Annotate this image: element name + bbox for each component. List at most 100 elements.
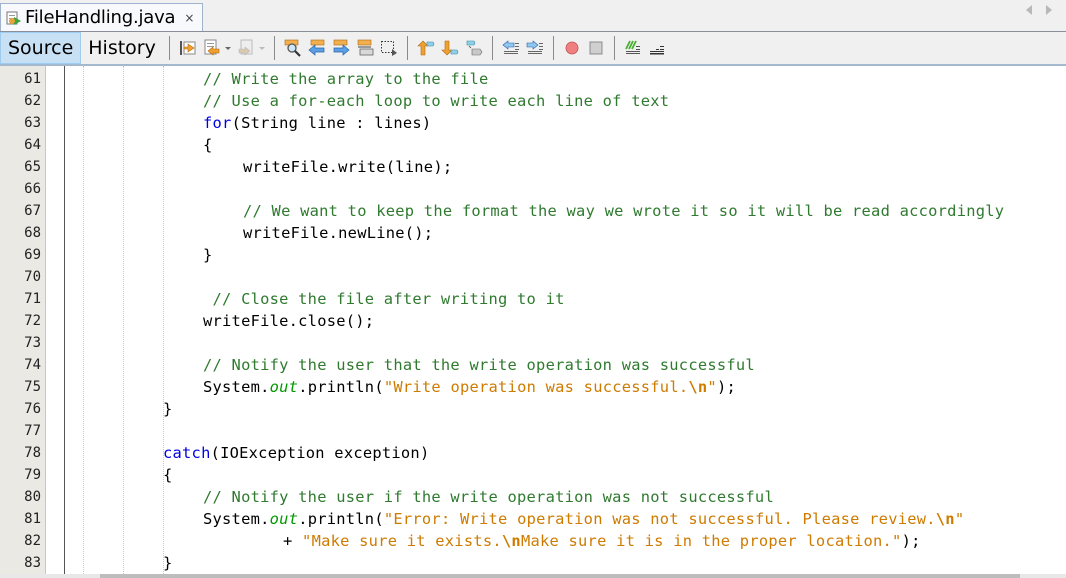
shift-right-icon[interactable]	[526, 39, 544, 57]
code-line: 77	[0, 420, 1066, 442]
code-token: {	[203, 136, 213, 154]
code-editor[interactable]: 61 // Write the array to the file 62 // Use…	[0, 66, 1066, 574]
code-token: .println(	[298, 510, 384, 528]
code-line: 72 writeFile.close();	[0, 310, 1066, 332]
string-token: "	[954, 510, 965, 528]
comment-token: // Close the file after writing to it	[203, 290, 565, 308]
string-token: "Make sure it exists.	[302, 532, 502, 550]
close-tab-icon[interactable]: ×	[184, 11, 194, 25]
line-number: 71	[24, 291, 41, 307]
line-number: 69	[24, 247, 41, 263]
code-text: // Notify the user if the write operatio…	[203, 486, 774, 508]
horizontal-scrollbar-thumb[interactable]	[100, 574, 1020, 578]
string-token: Make sure it is in the proper location."	[520, 532, 902, 550]
code-line: 65 writeFile.write(line);	[0, 156, 1066, 178]
code-text: {	[163, 464, 173, 486]
code-token: }	[163, 554, 173, 572]
code-text: writeFile.newLine();	[243, 222, 433, 244]
file-tab[interactable]: FileHandling.java ×	[0, 3, 203, 31]
toggle-rect-selection-icon[interactable]	[380, 39, 398, 57]
code-line: 82 + "Make sure it exists.\nMake sure it …	[0, 530, 1066, 552]
string-token: "Write operation was successful.	[383, 378, 689, 396]
string-token: "Error: Write operation was not successf…	[383, 510, 936, 528]
java-file-icon	[6, 10, 22, 26]
last-edit-icon[interactable]	[179, 39, 197, 57]
find-previous-icon[interactable]	[308, 39, 326, 57]
history-view-button[interactable]: History	[81, 32, 163, 64]
start-macro-icon[interactable]	[563, 39, 581, 57]
toolbar-separator	[406, 36, 408, 60]
scroll-tabs-right-icon[interactable]	[1046, 5, 1052, 15]
line-number: 67	[24, 203, 41, 219]
escape-token: \n	[688, 378, 708, 396]
toolbar-separator	[168, 36, 170, 60]
line-number: 70	[24, 269, 41, 285]
source-view-button[interactable]: Source	[0, 32, 82, 64]
code-line: 63 for(String line : lines)	[0, 112, 1066, 134]
code-token: }	[203, 246, 213, 264]
code-text: }	[203, 244, 213, 266]
code-line: 69}	[0, 244, 1066, 266]
code-line: 76}	[0, 398, 1066, 420]
line-number: 81	[24, 511, 41, 527]
line-number: 66	[24, 181, 41, 197]
editor-tab-bar: FileHandling.java ×	[0, 0, 1066, 32]
code-token: (IOException exception)	[210, 444, 430, 462]
code-text: System.out.println("Error: Write operati…	[203, 508, 964, 530]
code-text: // Write the array to the file	[203, 68, 488, 90]
code-line: 62 // Use a for-each loop to write each l…	[0, 90, 1066, 112]
code-line: 78 catch(IOException exception)	[0, 442, 1066, 464]
find-selection-icon[interactable]	[284, 39, 302, 57]
code-line: 70	[0, 266, 1066, 288]
comment-token: // Write the array to the file	[203, 70, 489, 88]
code-token: (String line : lines)	[231, 114, 432, 132]
comment-token: // Use a for-each loop to write each lin…	[203, 92, 670, 110]
line-number: 68	[24, 225, 41, 241]
code-line: 68 writeFile.newLine();	[0, 222, 1066, 244]
scroll-tabs-left-icon[interactable]	[1026, 5, 1032, 15]
comment-token: // We want to keep the format the way we…	[243, 202, 1005, 220]
back-icon[interactable]	[203, 39, 221, 57]
line-number: 76	[24, 401, 41, 417]
string-token: "	[707, 378, 717, 396]
line-number: 78	[24, 445, 41, 461]
code-line: 75 System.out.println("Write operation wa…	[0, 376, 1066, 398]
code-text: + "Make sure it exists.\nMake sure it is…	[283, 530, 921, 552]
line-number: 72	[24, 313, 41, 329]
toggle-bookmark-icon[interactable]	[465, 39, 483, 57]
code-text: // Notify the user that the write operat…	[203, 354, 755, 376]
code-token: .println(	[298, 378, 384, 396]
line-number: 80	[24, 489, 41, 505]
code-text: catch(IOException exception)	[163, 442, 429, 464]
back-dropdown-icon[interactable]	[224, 46, 231, 50]
find-next-icon[interactable]	[332, 39, 350, 57]
code-line: 73	[0, 332, 1066, 354]
comment-icon[interactable]	[624, 39, 642, 57]
code-token: writeFile.close();	[203, 312, 375, 330]
file-tab-title: FileHandling.java	[25, 7, 176, 28]
code-line: 61 // Write the array to the file	[0, 68, 1066, 90]
comment-token: // Notify the user that the write operat…	[203, 356, 755, 374]
field-token: out	[269, 510, 299, 528]
previous-bookmark-icon[interactable]	[417, 39, 435, 57]
line-number: 82	[24, 533, 41, 549]
code-token: );	[716, 378, 736, 396]
horizontal-scrollbar[interactable]	[0, 574, 1066, 578]
shift-left-icon[interactable]	[502, 39, 520, 57]
code-line: 80 // Notify the user if the write operat…	[0, 486, 1066, 508]
code-token: }	[163, 400, 173, 418]
code-line: 74 // Notify the user that the write oper…	[0, 354, 1066, 376]
line-number: 62	[24, 93, 41, 109]
code-text: {	[203, 134, 213, 156]
forward-icon	[237, 39, 255, 57]
editor-toolbar: Source History	[0, 32, 1066, 66]
next-bookmark-icon[interactable]	[441, 39, 459, 57]
code-line: 79 {	[0, 464, 1066, 486]
code-line: 66	[0, 178, 1066, 200]
stop-macro-icon[interactable]	[587, 39, 605, 57]
uncomment-icon[interactable]	[648, 39, 666, 57]
line-number: 64	[24, 137, 41, 153]
code-line: 83}	[0, 552, 1066, 574]
toggle-highlight-icon[interactable]	[356, 39, 374, 57]
toolbar-separator	[491, 36, 493, 60]
